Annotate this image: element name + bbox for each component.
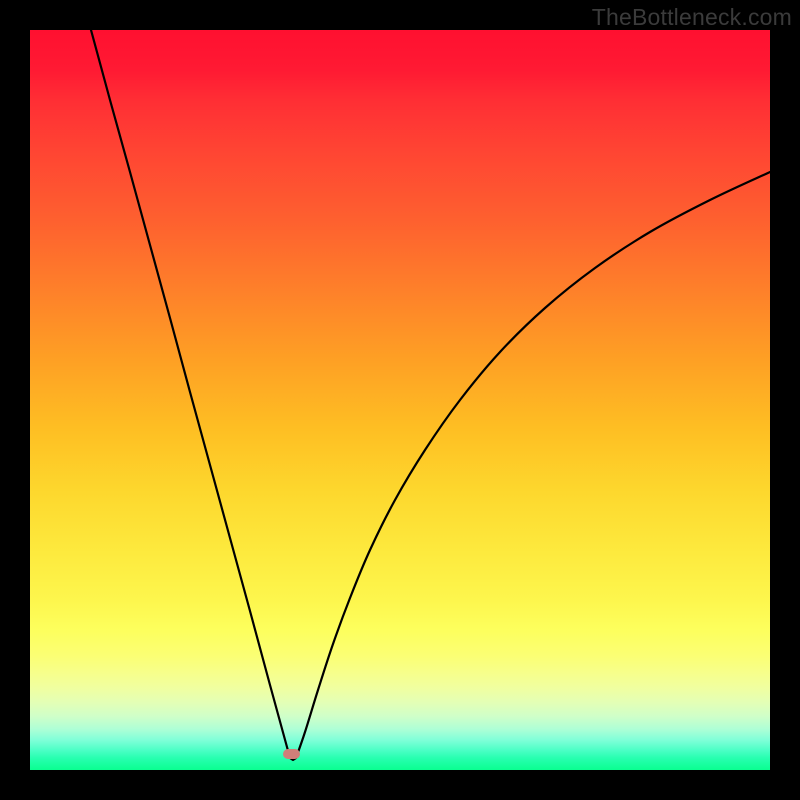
plot-area <box>30 30 770 770</box>
chart-frame: TheBottleneck.com <box>0 0 800 800</box>
optimal-marker <box>283 749 300 759</box>
bottleneck-curve <box>30 30 770 770</box>
watermark-text: TheBottleneck.com <box>592 4 792 31</box>
